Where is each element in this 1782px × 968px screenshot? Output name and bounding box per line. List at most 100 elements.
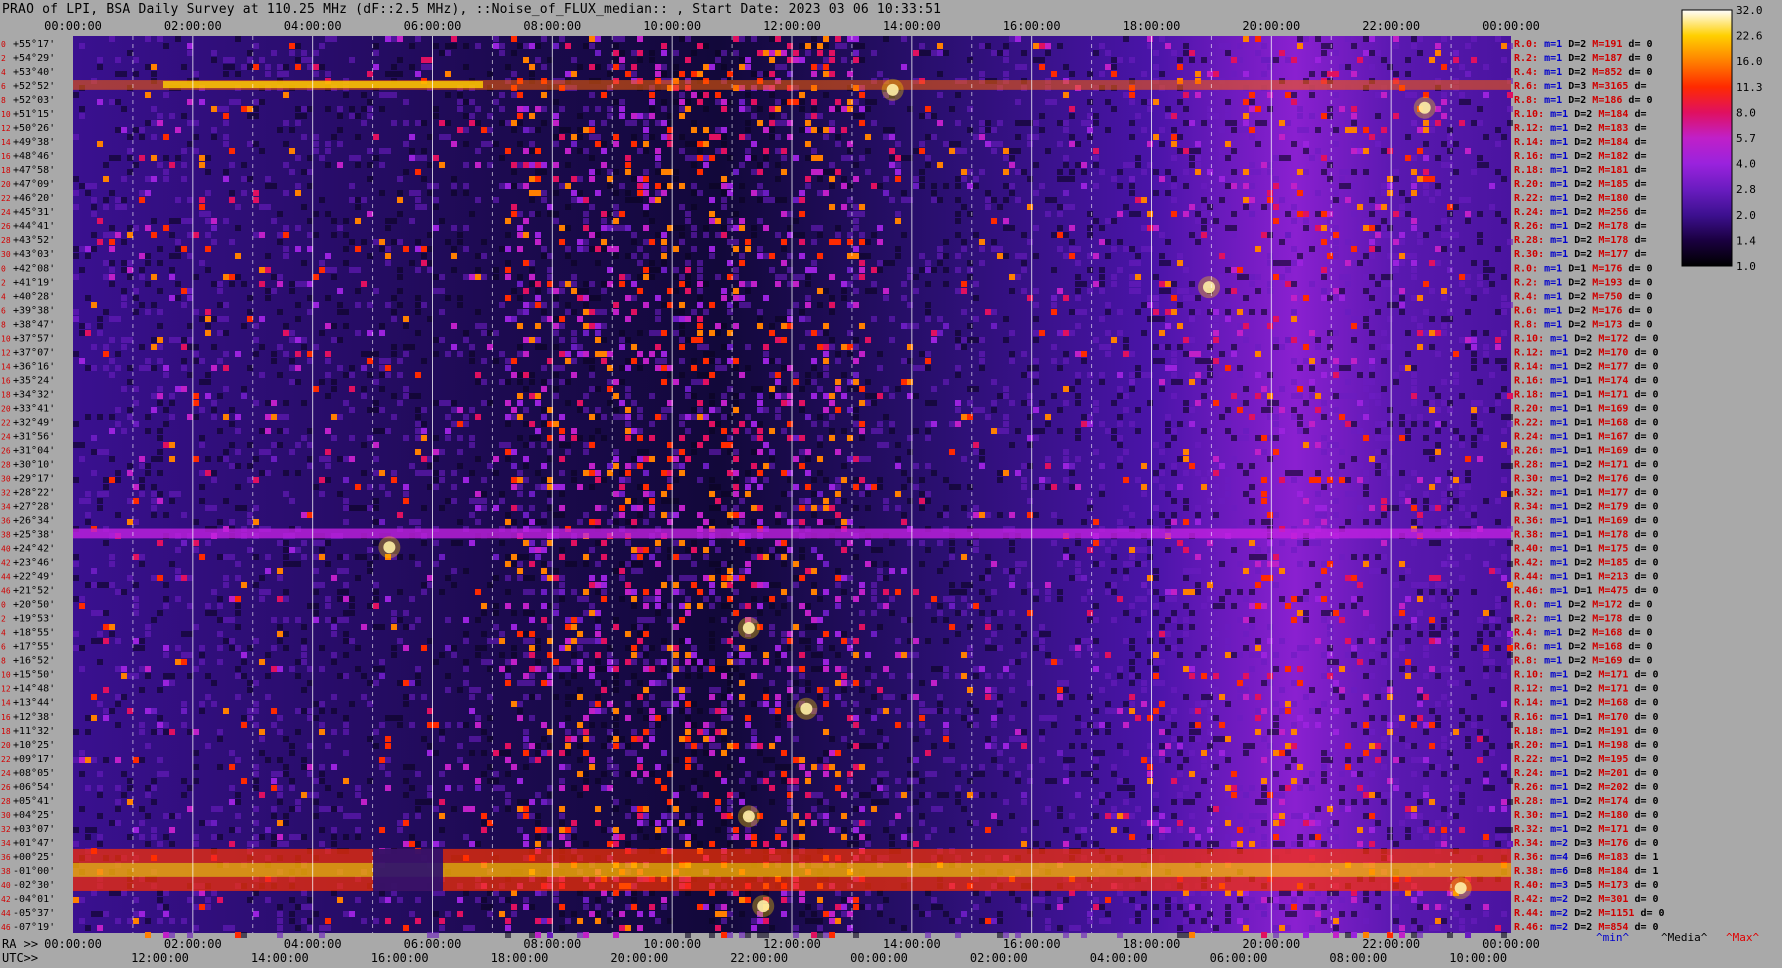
heatmap-cell <box>661 71 667 77</box>
heatmap-cell <box>595 50 601 56</box>
heatmap-cell <box>631 232 637 238</box>
heatmap-cell <box>307 428 313 434</box>
heatmap-cell <box>1165 344 1171 350</box>
heatmap-cell <box>1381 449 1387 455</box>
heatmap-cell <box>283 141 289 147</box>
heatmap-cell <box>457 232 463 238</box>
heatmap-cell <box>1429 449 1435 455</box>
heatmap-cell <box>979 365 985 371</box>
heatmap-cell <box>499 379 505 385</box>
heatmap-cell <box>1297 421 1303 427</box>
heatmap-cell <box>517 141 523 147</box>
heatmap-cell <box>985 120 991 126</box>
heatmap-cell <box>1429 505 1435 511</box>
heatmap-cell <box>1123 162 1129 168</box>
heatmap-cell <box>1159 232 1165 238</box>
heatmap-cell <box>1417 519 1423 525</box>
heatmap-cell <box>1135 253 1141 259</box>
heatmap-cell <box>961 239 967 245</box>
heatmap-cell <box>169 442 175 448</box>
heatmap-cell <box>619 477 625 483</box>
heatmap-cell <box>991 407 997 413</box>
heatmap-cell <box>589 435 595 441</box>
heatmap-cell <box>691 190 697 196</box>
heatmap-cell <box>1321 113 1327 119</box>
heatmap-cell <box>475 106 481 112</box>
heatmap-cell <box>715 232 721 238</box>
heatmap-cell <box>403 169 409 175</box>
heatmap-cell <box>1435 50 1441 56</box>
heatmap-cell <box>1057 519 1063 525</box>
heatmap-cell <box>1399 470 1405 476</box>
heatmap-cell <box>799 239 805 245</box>
heatmap-cell <box>823 561 829 567</box>
heatmap-cell <box>289 281 295 287</box>
heatmap-cell <box>163 407 169 413</box>
heatmap-cell <box>619 561 625 567</box>
heatmap-cell <box>1075 484 1081 490</box>
heatmap-cell <box>1183 407 1189 413</box>
heatmap-cell <box>919 113 925 119</box>
heatmap-cell <box>1411 393 1417 399</box>
heatmap-cell <box>577 64 583 70</box>
heatmap-cell <box>973 281 979 287</box>
heatmap-cell <box>229 442 235 448</box>
heatmap-cell <box>1291 204 1297 210</box>
heatmap-cell <box>175 386 181 392</box>
heatmap-cell <box>955 92 961 98</box>
heatmap-cell <box>313 540 319 546</box>
heatmap-cell <box>1207 169 1213 175</box>
heatmap-cell <box>211 400 217 406</box>
heatmap-cell <box>1357 344 1363 350</box>
heatmap-cell <box>271 456 277 462</box>
heatmap-cell <box>565 281 571 287</box>
heatmap-cell <box>697 281 703 287</box>
heatmap-cell <box>235 99 241 105</box>
heatmap-cell <box>1015 134 1021 140</box>
heatmap-cell <box>655 64 661 70</box>
heatmap-cell <box>1471 435 1477 441</box>
heatmap-cell <box>679 554 685 560</box>
heatmap-cell <box>79 442 85 448</box>
heatmap-cell <box>937 512 943 518</box>
heatmap-cell <box>505 183 511 189</box>
heatmap-cell <box>475 456 481 462</box>
heatmap-cell <box>901 190 907 196</box>
heatmap-cell <box>589 204 595 210</box>
heatmap-cell <box>841 127 847 133</box>
heatmap-cell <box>661 365 667 371</box>
heatmap-cell <box>1255 169 1261 175</box>
heatmap-cell <box>247 57 253 63</box>
heatmap-cell <box>739 260 745 266</box>
heatmap-cell <box>361 554 367 560</box>
heatmap-cell <box>913 148 919 154</box>
heatmap-cell <box>1429 575 1435 581</box>
heatmap-cell <box>985 414 991 420</box>
heatmap-cell <box>373 64 379 70</box>
heatmap-cell <box>1327 442 1333 448</box>
heatmap-cell <box>529 267 535 273</box>
heatmap-cell <box>625 358 631 364</box>
heatmap-cell <box>163 372 169 378</box>
heatmap-cell <box>109 274 115 280</box>
heatmap-cell <box>199 498 205 504</box>
heatmap-cell <box>553 295 559 301</box>
heatmap-cell <box>445 92 451 98</box>
heatmap-cell <box>781 64 787 70</box>
heatmap-cell <box>127 260 133 266</box>
heatmap-cell <box>463 246 469 252</box>
heatmap-cell <box>1465 456 1471 462</box>
heatmap-cell <box>211 414 217 420</box>
heatmap-cell <box>211 505 217 511</box>
heatmap-cell <box>523 288 529 294</box>
heatmap-cell <box>1267 288 1273 294</box>
heatmap-cell <box>937 540 943 546</box>
heatmap-cell <box>1159 127 1165 133</box>
heatmap-cell <box>1483 288 1489 294</box>
heatmap-cell <box>1267 57 1273 63</box>
heatmap-cell <box>175 281 181 287</box>
heatmap-cell <box>247 50 253 56</box>
heatmap-cell <box>799 309 805 315</box>
heatmap-cell <box>1153 99 1159 105</box>
heatmap-cell <box>691 92 697 98</box>
